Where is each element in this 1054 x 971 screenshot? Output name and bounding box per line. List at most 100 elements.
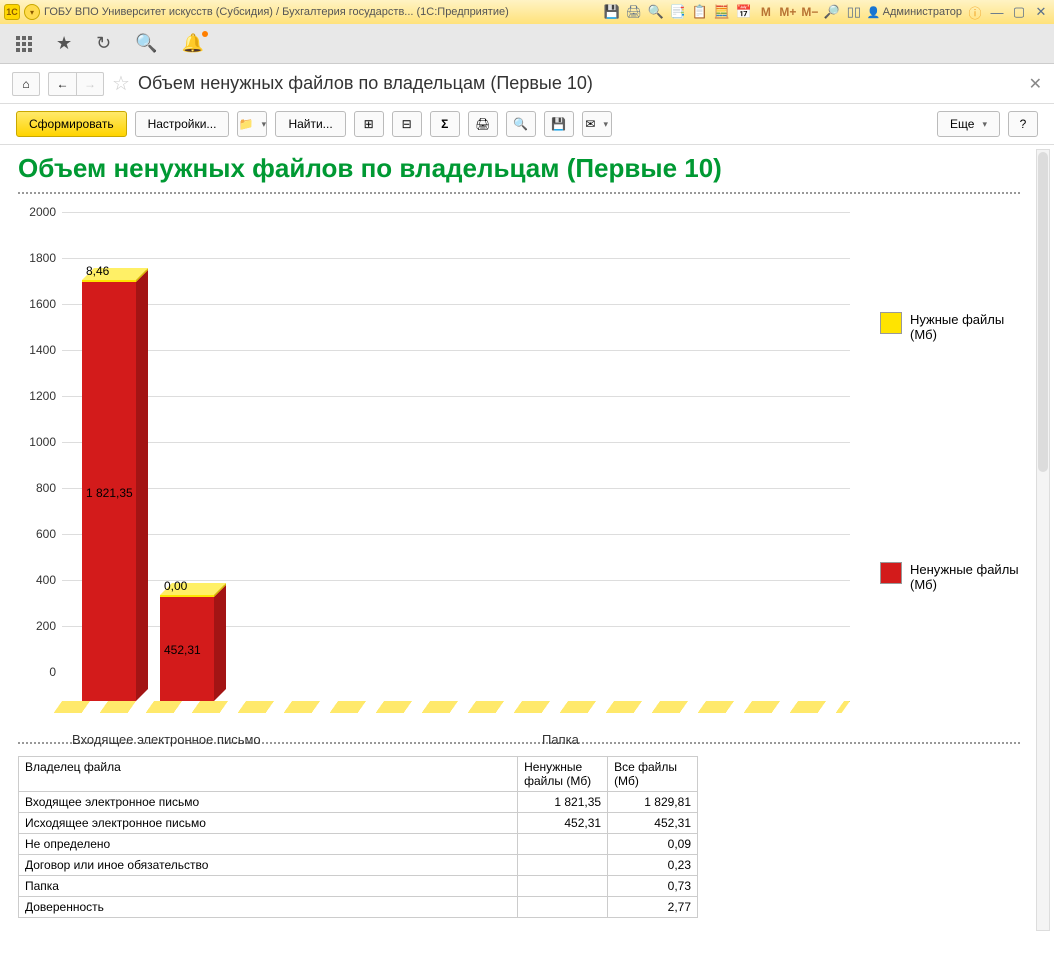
send-button[interactable]: ✉	[582, 111, 612, 137]
chart-floor	[54, 701, 850, 713]
legend-swatch	[880, 312, 902, 334]
table-row[interactable]: Входящее электронное письмо1 821,351 829…	[19, 792, 698, 813]
memory-m-icon[interactable]: M	[757, 3, 775, 21]
cell-owner: Входящее электронное письмо	[19, 792, 518, 813]
legend-item: Ненужные файлы (Мб)	[880, 562, 1020, 592]
cell-all: 452,31	[608, 813, 698, 834]
scrollbar-thumb[interactable]	[1038, 152, 1048, 472]
window-title: ГОБУ ВПО Университет искусств (Субсидия)…	[44, 6, 509, 18]
preview-icon[interactable]: 🔍	[647, 3, 665, 21]
bar-needed	[160, 595, 214, 597]
search-icon[interactable]: 🔍	[135, 33, 157, 54]
page-header: ⌂ ← → ☆ Объем ненужных файлов по владель…	[0, 64, 1054, 104]
legend-item: Нужные файлы (Мб)	[880, 312, 1020, 342]
gridline	[62, 212, 850, 213]
cell-owner: Папка	[19, 876, 518, 897]
y-tick: 0	[49, 665, 56, 679]
col-all: Все файлы (Мб)	[608, 757, 698, 792]
compare-icon[interactable]: 📑	[669, 3, 687, 21]
form-button[interactable]: Сформировать	[16, 111, 127, 137]
legend-swatch	[880, 562, 902, 584]
calculator-icon[interactable]: 🧮	[713, 3, 731, 21]
gridline	[62, 534, 850, 535]
legend-label: Нужные файлы (Мб)	[910, 312, 1020, 342]
y-tick: 2000	[29, 205, 56, 219]
y-tick: 400	[36, 573, 56, 587]
nav-forward-button[interactable]: →	[76, 72, 104, 96]
cell-owner: Договор или иное обязательство	[19, 855, 518, 876]
more-button[interactable]: Еще	[937, 111, 1000, 137]
report-title: Объем ненужных файлов по владельцам (Пер…	[4, 149, 1034, 192]
chart-legend: Нужные файлы (Мб) Ненужные файлы (Мб)	[850, 202, 1020, 702]
window-titlebar: 1C ▾ ГОБУ ВПО Университет искусств (Субс…	[0, 0, 1054, 24]
calendar-icon[interactable]: 📅	[735, 3, 753, 21]
gridline	[62, 304, 850, 305]
info-icon[interactable]: ⓘ	[966, 3, 984, 21]
cell-unneeded	[518, 834, 608, 855]
table-row[interactable]: Договор или иное обязательство 0,23	[19, 855, 698, 876]
nav-back-button[interactable]: ←	[48, 72, 76, 96]
memory-mminus-icon[interactable]: M−	[801, 3, 819, 21]
memory-mplus-icon[interactable]: M+	[779, 3, 797, 21]
app-menu-dropdown[interactable]: ▾	[24, 4, 40, 20]
favorites-icon[interactable]: ★	[56, 33, 72, 54]
sum-button[interactable]: Σ	[430, 111, 460, 137]
y-tick: 1600	[29, 297, 56, 311]
y-tick: 1800	[29, 251, 56, 265]
cell-all: 0,09	[608, 834, 698, 855]
cell-all: 0,73	[608, 876, 698, 897]
current-user[interactable]: 👤 Администратор	[867, 6, 962, 19]
history-icon[interactable]: ↻	[96, 33, 111, 54]
table-row[interactable]: Исходящее электронное письмо452,31452,31	[19, 813, 698, 834]
separator	[18, 192, 1020, 194]
notifications-icon[interactable]: 🔔	[182, 33, 204, 54]
cell-all: 0,23	[608, 855, 698, 876]
gridline	[62, 350, 850, 351]
help-button[interactable]: ?	[1008, 111, 1038, 137]
print-button[interactable]: 🖨	[468, 111, 498, 137]
sections-menu-icon[interactable]	[16, 36, 32, 52]
panels-icon[interactable]: ▯▯	[845, 3, 863, 21]
col-owner: Владелец файла	[19, 757, 518, 792]
table-row[interactable]: Доверенность2,77	[19, 897, 698, 918]
table-row[interactable]: Папка 0,73	[19, 876, 698, 897]
y-tick: 200	[36, 619, 56, 633]
cell-unneeded: 1 821,35	[518, 792, 608, 813]
cell-unneeded	[518, 897, 608, 918]
settings-button[interactable]: Настройки...	[135, 111, 230, 137]
table-row[interactable]: Не определено 0,09	[19, 834, 698, 855]
maximize-button[interactable]: ▢	[1010, 3, 1028, 21]
zoom-icon[interactable]: 🔎	[823, 3, 841, 21]
bar-label: 1 821,35	[86, 486, 133, 500]
vertical-scrollbar[interactable]	[1036, 149, 1050, 931]
collapse-button[interactable]: ⊟	[392, 111, 422, 137]
variants-button[interactable]: 📁	[237, 111, 267, 137]
y-tick: 1400	[29, 343, 56, 357]
cell-unneeded	[518, 855, 608, 876]
cell-owner: Не определено	[19, 834, 518, 855]
chart-y-axis: 0200400600800100012001400160018002000	[18, 202, 62, 702]
x-label: Входящее электронное письмо	[72, 732, 261, 747]
expand-button[interactable]: ⊞	[354, 111, 384, 137]
chart: 0200400600800100012001400160018002000 1 …	[18, 202, 1020, 702]
main-toolbar: ★ ↻ 🔍 🔔	[0, 24, 1054, 64]
chart-plot: 1 821,358,46452,310,00	[62, 202, 850, 702]
minimize-button[interactable]: —	[988, 3, 1006, 21]
y-tick: 1200	[29, 389, 56, 403]
print-icon[interactable]: 🖨	[625, 3, 643, 21]
find-button[interactable]: Найти...	[275, 111, 345, 137]
close-page-button[interactable]: ✕	[1029, 74, 1042, 94]
home-button[interactable]: ⌂	[12, 72, 40, 96]
close-window-button[interactable]: ✕	[1032, 3, 1050, 21]
table-header-row: Владелец файла Ненужные файлы (Мб) Все ф…	[19, 757, 698, 792]
legend-label: Ненужные файлы (Мб)	[910, 562, 1020, 592]
gridline	[62, 258, 850, 259]
save-report-button[interactable]: 💾	[544, 111, 574, 137]
save-icon[interactable]: 💾	[603, 3, 621, 21]
clipboard-icon[interactable]: 📋	[691, 3, 709, 21]
star-favorite-icon[interactable]: ☆	[112, 71, 130, 96]
col-unneeded: Ненужные файлы (Мб)	[518, 757, 608, 792]
gridline	[62, 396, 850, 397]
gridline	[62, 442, 850, 443]
print-preview-button[interactable]: 🔍	[506, 111, 536, 137]
